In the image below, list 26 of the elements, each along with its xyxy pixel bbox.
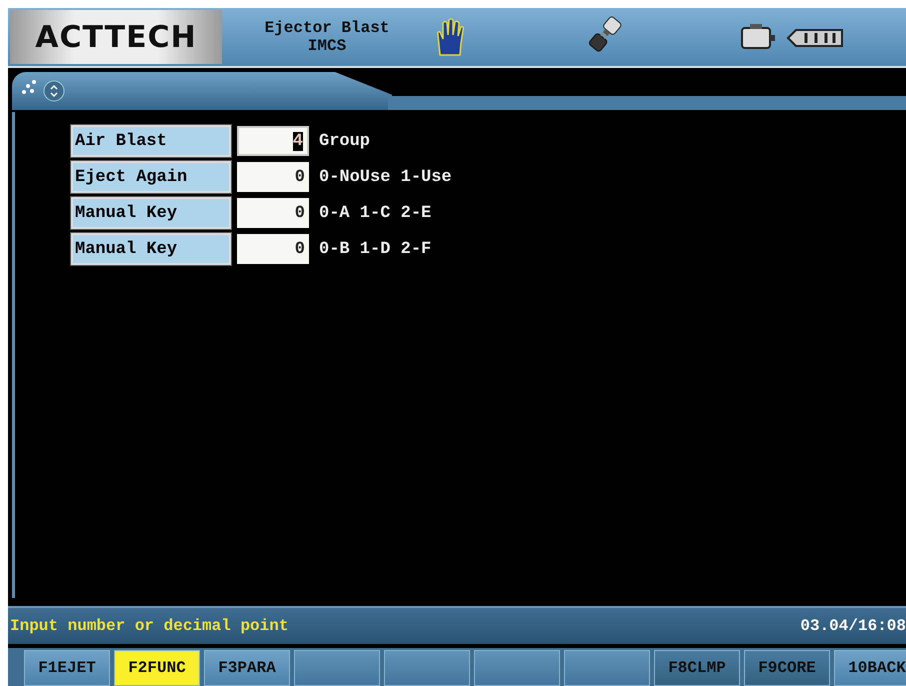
- parameter-label: Manual Key: [71, 197, 231, 229]
- screen-title: Ejector Blast: [264, 19, 390, 37]
- scroll-knob-icon: [42, 79, 66, 103]
- value-field[interactable]: 0: [237, 198, 309, 228]
- function-key[interactable]: 10BACK: [834, 650, 906, 686]
- value-hint: 0-NoUse 1-Use: [319, 168, 452, 186]
- screen-subtitle: IMCS: [308, 37, 346, 55]
- function-key[interactable]: F9CORE: [744, 650, 830, 686]
- function-key[interactable]: F1EJET: [24, 650, 110, 686]
- date-time: 03.04/16:08: [800, 617, 906, 635]
- mold-icon: [740, 22, 844, 52]
- function-key[interactable]: F3PARA: [204, 650, 290, 686]
- function-key[interactable]: F2FUNC: [114, 650, 200, 686]
- value-field[interactable]: 0: [237, 234, 309, 264]
- value-hint: 0-B 1-D 2-F: [319, 240, 432, 258]
- function-key[interactable]: F8CLMP: [654, 650, 740, 686]
- dots-icon: [22, 80, 36, 94]
- value-hint: 0-A 1-C 2-E: [319, 204, 432, 222]
- parameter-label: Air Blast: [71, 125, 231, 157]
- parameter-label: Manual Key: [71, 233, 231, 265]
- logo: ACTTECH: [10, 10, 222, 64]
- value-hint: Group: [319, 132, 370, 150]
- status-message: Input number or decimal point: [10, 617, 288, 635]
- value-field[interactable]: 0: [237, 162, 309, 192]
- parameter-label: Eject Again: [71, 161, 231, 193]
- value-field[interactable]: 4: [237, 126, 309, 156]
